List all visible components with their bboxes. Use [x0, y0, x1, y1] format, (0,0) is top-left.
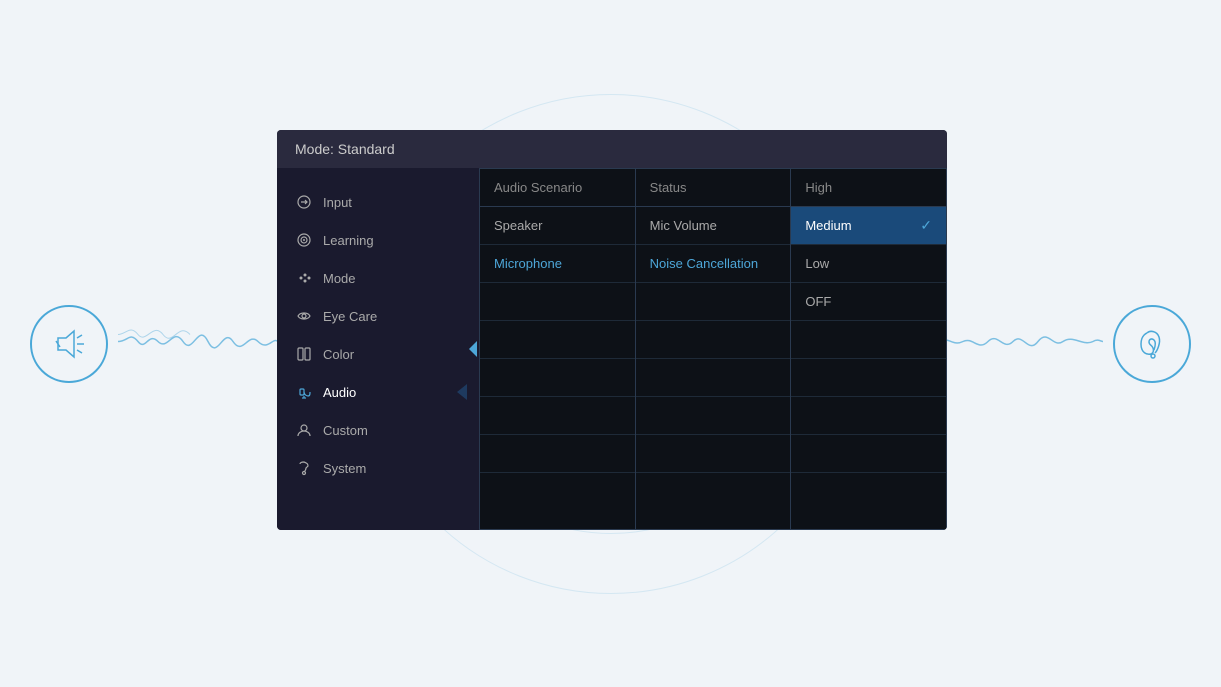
wave-right [943, 316, 1103, 371]
sidebar-item-input[interactable]: Input [277, 183, 467, 221]
sidebar-item-learning[interactable]: Learning [277, 221, 467, 259]
col3-item-low[interactable]: Low [791, 245, 946, 283]
col2-item-4 [636, 321, 791, 359]
sidebar-label-input: Input [323, 195, 352, 210]
col1-item-7 [480, 435, 635, 473]
left-speaker-icon [30, 305, 108, 383]
checkmark-icon: ✓ [920, 217, 932, 234]
col1-item-microphone[interactable]: Microphone [480, 245, 635, 283]
col1-header: Audio Scenario [480, 169, 635, 207]
sidebar-label-learning: Learning [323, 233, 374, 248]
col3-item-4 [791, 321, 946, 359]
col3-item-5 [791, 359, 946, 397]
color-icon [295, 345, 313, 363]
col2-item-3 [636, 283, 791, 321]
col2-item-6 [636, 397, 791, 435]
audio-icon [295, 383, 313, 401]
sidebar-item-system[interactable]: System [277, 449, 467, 487]
wave-left [118, 316, 278, 371]
dialog-body: Input Learning [277, 168, 947, 530]
col3-item-7 [791, 435, 946, 473]
learning-icon [295, 231, 313, 249]
col2-header: Status [636, 169, 791, 207]
col-values: High Medium ✓ Low OFF [791, 169, 946, 529]
sidebar: Input Learning [277, 168, 467, 530]
mode-label: Mode: Standard [295, 141, 395, 157]
col-status: Status Mic Volume Noise Cancellation [636, 169, 792, 529]
col1-item-5 [480, 359, 635, 397]
col2-item-5 [636, 359, 791, 397]
col3-header: High [791, 169, 946, 207]
sidebar-label-system: System [323, 461, 366, 476]
col1-item-6 [480, 397, 635, 435]
col-audio-scenario: Audio Scenario Speaker Microphone [480, 169, 636, 529]
system-icon [295, 459, 313, 477]
eye-care-icon [295, 307, 313, 325]
sidebar-item-audio[interactable]: Audio [277, 373, 467, 411]
col3-item-6 [791, 397, 946, 435]
right-ear-icon [1113, 305, 1191, 383]
dialog-header: Mode: Standard [277, 130, 947, 168]
sidebar-label-audio: Audio [323, 385, 356, 400]
col3-item-medium[interactable]: Medium ✓ [791, 207, 946, 245]
sidebar-item-eyecare[interactable]: Eye Care [277, 297, 467, 335]
sidebar-item-color[interactable]: Color [277, 335, 467, 373]
col2-item-noise-cancel[interactable]: Noise Cancellation [636, 245, 791, 283]
col3-item-off[interactable]: OFF [791, 283, 946, 321]
sidebar-label-mode: Mode [323, 271, 356, 286]
sidebar-label-custom: Custom [323, 423, 368, 438]
settings-dialog: Mode: Standard Input [277, 130, 947, 530]
sidebar-item-mode[interactable]: Mode [277, 259, 467, 297]
content-area: Audio Scenario Speaker Microphone Status… [479, 168, 947, 530]
sidebar-label-eyecare: Eye Care [323, 309, 377, 324]
sidebar-item-custom[interactable]: Custom [277, 411, 467, 449]
col1-item-speaker[interactable]: Speaker [480, 207, 635, 245]
sidebar-arrow [467, 168, 479, 530]
col2-item-mic-volume[interactable]: Mic Volume [636, 207, 791, 245]
col1-item-4 [480, 321, 635, 359]
custom-icon [295, 421, 313, 439]
mode-icon [295, 269, 313, 287]
sidebar-label-color: Color [323, 347, 354, 362]
input-icon [295, 193, 313, 211]
col2-item-7 [636, 435, 791, 473]
col1-item-3 [480, 283, 635, 321]
